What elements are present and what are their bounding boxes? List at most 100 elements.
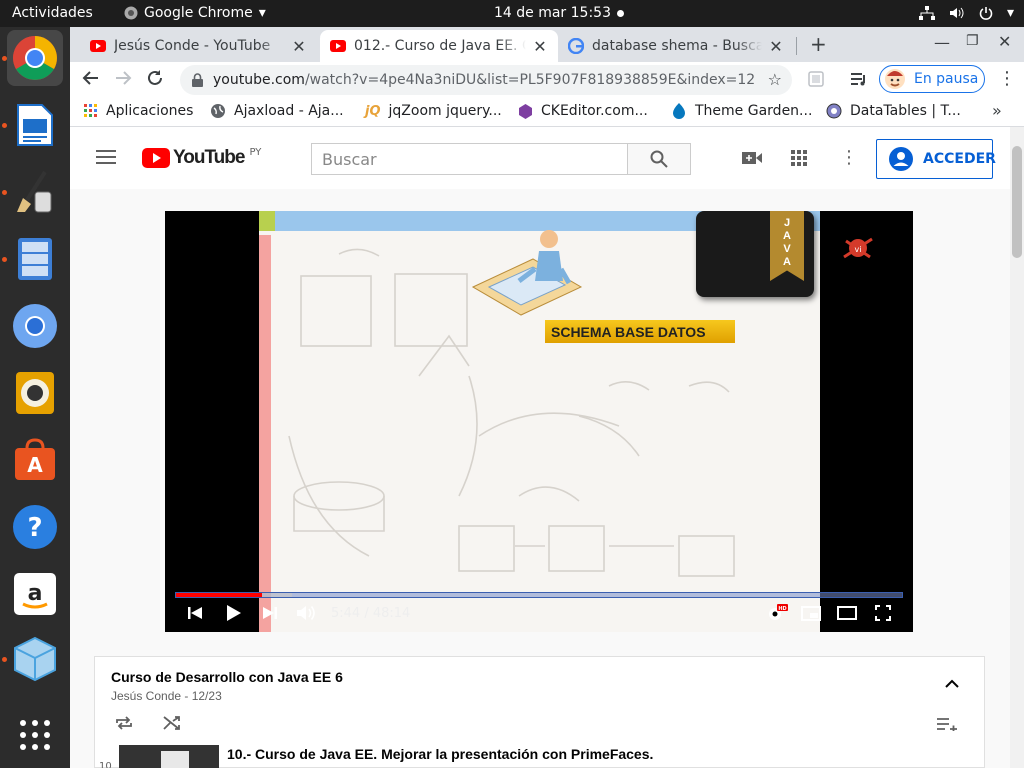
- clock[interactable]: 14 de mar 15:53: [494, 5, 624, 21]
- progress-bar[interactable]: [175, 592, 903, 598]
- dock-writer[interactable]: [7, 97, 63, 153]
- miniplayer-icon[interactable]: [801, 606, 821, 621]
- settings-more-icon[interactable]: ⋮: [840, 147, 858, 168]
- close-icon[interactable]: ✕: [768, 37, 784, 56]
- url-path: /watch?v=4pe4Na3niDU&list=PL5F907F818938…: [304, 72, 756, 88]
- svg-text:HD: HD: [778, 606, 786, 612]
- playlist-subtitle[interactable]: Jesús Conde - 12/23: [111, 689, 222, 703]
- dock-files[interactable]: [7, 231, 63, 287]
- volume-icon: [949, 6, 965, 20]
- bookmark-ajaxload[interactable]: Ajaxload - Aja...: [210, 103, 344, 119]
- shuffle-icon[interactable]: [163, 715, 181, 731]
- bookmark-jqzoom[interactable]: jQ jqZoom jquery...: [365, 103, 502, 119]
- dock-virtualbox[interactable]: [7, 631, 63, 687]
- dropdown-arrow-icon: ▾: [1006, 5, 1014, 21]
- youtube-header: YouTube PY Buscar ⋮ ACCEDER: [70, 127, 1010, 189]
- minimize-icon[interactable]: —: [934, 33, 950, 52]
- add-to-queue-icon[interactable]: [937, 717, 957, 731]
- bookmark-ckeditor[interactable]: CKEditor.com...: [518, 103, 648, 119]
- close-icon[interactable]: ✕: [291, 37, 307, 56]
- bookmark-star-icon[interactable]: ☆: [768, 70, 782, 89]
- tab-title: 012.- Curso de Java EE. Crear: [354, 38, 526, 54]
- lock-icon: [192, 73, 203, 87]
- dock: A ? a: [0, 27, 70, 768]
- network-icon: [918, 6, 935, 20]
- tab-separator: [796, 37, 797, 55]
- tab-curso-java[interactable]: 012.- Curso de Java EE. Crear ✕: [320, 30, 558, 62]
- volume-icon[interactable]: [296, 604, 316, 622]
- new-tab-icon[interactable]: +: [810, 32, 827, 56]
- bookmark-datatables[interactable]: DataTables | T...: [826, 103, 961, 119]
- dock-chromium[interactable]: [7, 298, 63, 354]
- video-top-accent: [259, 211, 275, 231]
- search-input[interactable]: Buscar: [311, 143, 628, 175]
- power-icon: [979, 6, 993, 20]
- java-folder-badge: JAVA: [696, 211, 814, 297]
- dock-software[interactable]: A: [7, 432, 63, 488]
- media-control-icon[interactable]: [850, 71, 868, 87]
- app-grid-icon: [19, 719, 51, 751]
- scrollbar-thumb[interactable]: [1012, 146, 1022, 258]
- create-video-icon[interactable]: [742, 151, 762, 165]
- bookmark-apps[interactable]: Aplicaciones: [84, 103, 193, 119]
- thumbnail-inner: [161, 751, 189, 768]
- hamburger-menu-icon[interactable]: [96, 149, 116, 165]
- system-tray[interactable]: ▾: [918, 5, 1014, 21]
- channel-watermark-icon[interactable]: vi: [840, 233, 876, 263]
- address-bar[interactable]: youtube.com/watch?v=4pe4Na3niDU&list=PL5…: [180, 65, 792, 95]
- playlist-item-thumbnail[interactable]: [119, 745, 219, 768]
- fullscreen-icon[interactable]: [875, 605, 891, 621]
- next-icon[interactable]: [263, 606, 277, 620]
- show-applications-button[interactable]: [7, 707, 63, 763]
- window-close-icon[interactable]: ✕: [998, 32, 1011, 51]
- video-player[interactable]: SCHEMA BASE DATOS JAVA vi 5:44 / 48:14 H…: [165, 211, 913, 632]
- video-left-band: [259, 235, 271, 632]
- playlist-title[interactable]: Curso de Desarrollo con Java EE 6: [111, 669, 343, 685]
- sign-in-button[interactable]: ACCEDER: [876, 139, 996, 179]
- play-icon[interactable]: [226, 604, 242, 622]
- bookmark-theme-garden[interactable]: Theme Garden...: [671, 103, 812, 119]
- apps-grid-icon: [84, 104, 98, 118]
- libreoffice-writer-icon: [16, 103, 54, 147]
- drupal-icon: [671, 103, 687, 119]
- dock-help[interactable]: ?: [7, 499, 63, 555]
- avatar: [884, 68, 906, 90]
- youtube-favicon-icon: [330, 40, 346, 52]
- previous-icon[interactable]: [188, 606, 202, 620]
- profile-label: En pausa: [914, 71, 979, 87]
- paintbrush-icon: [15, 170, 55, 214]
- loop-icon[interactable]: [115, 715, 133, 731]
- dock-chrome[interactable]: [7, 30, 63, 86]
- url-host: youtube.com: [213, 72, 305, 88]
- extension-icon[interactable]: [808, 71, 824, 87]
- dropdown-arrow-icon: ▾: [258, 5, 266, 21]
- back-icon[interactable]: [82, 69, 100, 87]
- restore-icon[interactable]: ❐: [966, 33, 979, 49]
- close-icon[interactable]: ✕: [532, 37, 548, 56]
- playlist-item-title[interactable]: 10.- Curso de Java EE. Mejorar la presen…: [227, 746, 653, 762]
- dock-rhythmbox[interactable]: [7, 365, 63, 421]
- apps-icon[interactable]: [791, 150, 807, 166]
- system-top-bar: Actividades Google Chrome ▾ 14 de mar 15…: [0, 0, 1024, 27]
- playlist-index: 10: [99, 761, 112, 768]
- browser-toolbar: youtube.com/watch?v=4pe4Na3niDU&list=PL5…: [70, 62, 1024, 97]
- profile-button[interactable]: En pausa: [879, 65, 985, 93]
- tab-database-shema[interactable]: database shema - Buscar con Google ✕: [558, 30, 794, 62]
- collapse-chevron-icon[interactable]: [945, 679, 959, 688]
- tab-jesus-conde[interactable]: Jesús Conde - YouTube ✕: [80, 30, 317, 62]
- running-indicator: [2, 56, 7, 61]
- search-button[interactable]: [627, 143, 691, 175]
- app-menu[interactable]: Google Chrome ▾: [124, 5, 266, 21]
- dock-amazon[interactable]: a: [7, 566, 63, 622]
- more-vert-icon[interactable]: ⋮: [998, 68, 1016, 89]
- forward-icon[interactable]: [114, 69, 132, 87]
- reload-icon[interactable]: [146, 69, 164, 87]
- settings-gear-icon[interactable]: HD: [766, 604, 788, 622]
- theater-mode-icon[interactable]: [837, 606, 857, 620]
- chromium-icon: [12, 303, 58, 349]
- app-menu-label: Google Chrome: [144, 5, 253, 21]
- youtube-logo[interactable]: YouTube PY: [142, 147, 261, 169]
- more-bookmarks-icon[interactable]: »: [992, 101, 1002, 120]
- dock-inkscape[interactable]: [7, 164, 63, 220]
- activities-button[interactable]: Actividades: [12, 5, 93, 21]
